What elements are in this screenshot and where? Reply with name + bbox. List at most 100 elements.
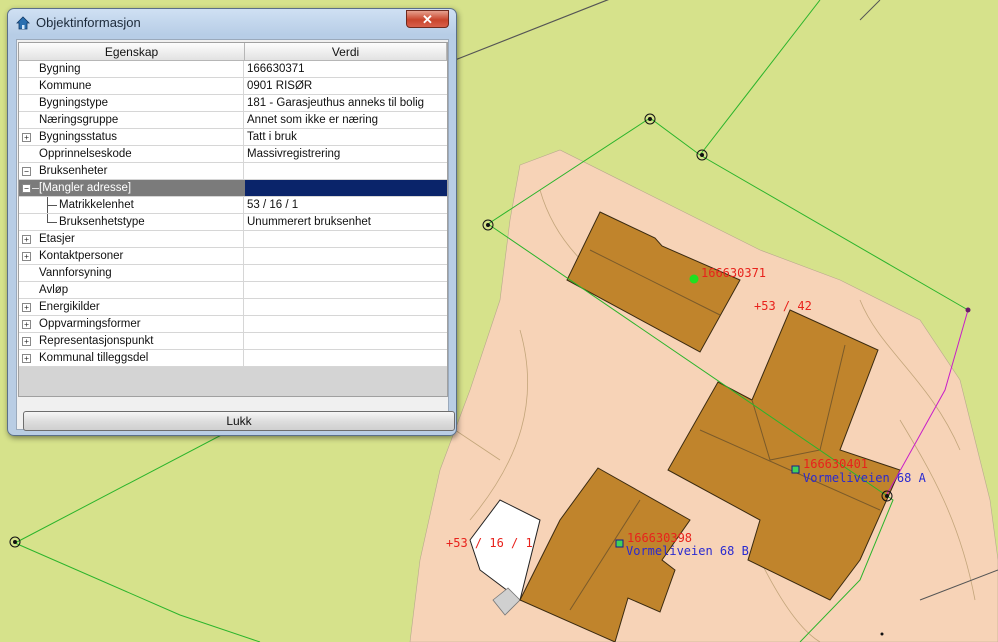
property-name-cell: Bruksenhetstype: [19, 214, 244, 230]
property-label: Energikilder: [39, 301, 100, 313]
property-value-cell: [245, 248, 447, 264]
property-row[interactable]: + Kommunal tilleggsdel: [19, 350, 447, 367]
expand-plus-icon[interactable]: +: [22, 303, 31, 312]
property-name-cell: + Bygningsstatus: [19, 129, 244, 145]
property-name-cell: + Kontaktpersoner: [19, 248, 244, 264]
property-label: Næringsgruppe: [39, 114, 119, 126]
close-icon: ✕: [422, 12, 433, 27]
property-value-cell: Tatt i bruk: [247, 131, 297, 143]
property-label: Bruksenhetstype: [59, 216, 145, 228]
expand-plus-icon[interactable]: +: [22, 354, 31, 363]
property-value-cell: [245, 333, 447, 349]
property-value-cell: [245, 163, 447, 179]
address-marker-a: [791, 465, 800, 474]
property-row[interactable]: Opprinnelseskode Massivregistrering: [19, 146, 447, 163]
property-row[interactable]: − [Mangler adresse]: [19, 180, 447, 197]
property-value-cell: [245, 299, 447, 315]
property-row[interactable]: + Energikilder: [19, 299, 447, 316]
property-label: Vannforsyning: [39, 267, 112, 279]
property-value-cell: Massivregistrering: [247, 148, 341, 160]
property-name-cell: Bygning: [19, 61, 244, 77]
property-rows: Bygning 166630371 Kommune 0901 RISØR Bygning…: [19, 61, 447, 367]
property-row[interactable]: Matrikkelenhet 53 / 16 / 1: [19, 197, 447, 214]
property-label: [Mangler adresse]: [39, 182, 132, 194]
expand-plus-icon[interactable]: +: [22, 133, 31, 142]
property-row[interactable]: Vannforsyning: [19, 265, 447, 282]
tree-connector: [32, 188, 39, 189]
tree-connector: [47, 205, 57, 206]
property-name-cell: + Energikilder: [19, 299, 244, 315]
property-label: Kommune: [39, 80, 92, 92]
property-row[interactable]: Avløp: [19, 282, 447, 299]
property-grid[interactable]: Egenskap Verdi Bygning 166630371 Kommune 09…: [18, 42, 448, 397]
property-value-cell: 0901 RISØR: [247, 80, 313, 92]
property-name-cell: − [Mangler adresse]: [19, 180, 244, 196]
title-bar[interactable]: Objektinformasjon ✕: [8, 9, 456, 37]
collapse-minus-icon[interactable]: −: [22, 184, 31, 193]
window-close-button[interactable]: ✕: [406, 10, 449, 28]
property-value-cell: 53 / 16 / 1: [247, 199, 299, 211]
map-label-address-b: Vormeliveien 68 B: [626, 544, 749, 558]
property-label: Bruksenheter: [39, 165, 108, 177]
map-label-address-a: Vormeliveien 68 A: [803, 471, 926, 485]
property-value-cell: [245, 265, 447, 281]
expand-plus-icon[interactable]: +: [22, 320, 31, 329]
lukk-button[interactable]: Lukk: [23, 411, 455, 431]
property-value-cell: Annet som ikke er næring: [247, 114, 379, 126]
property-name-cell: + Representasjonspunkt: [19, 333, 244, 349]
property-name-cell: Matrikkelenhet: [19, 197, 244, 213]
property-value-cell: [245, 282, 447, 298]
property-name-cell: − Bruksenheter: [19, 163, 244, 179]
property-name-cell: Næringsgruppe: [19, 112, 244, 128]
app-house-icon: [16, 16, 30, 30]
property-value-cell: Unummerert bruksenhet: [247, 216, 371, 228]
property-name-cell: + Oppvarmingsformer: [19, 316, 244, 332]
property-row[interactable]: Kommune 0901 RISØR: [19, 78, 447, 95]
property-name-cell: Opprinnelseskode: [19, 146, 244, 162]
property-name-cell: + Kommunal tilleggsdel: [19, 350, 244, 366]
tree-connector: [47, 222, 57, 223]
property-name-cell: Vannforsyning: [19, 265, 244, 281]
property-row[interactable]: Bygningstype 181 - Garasjeuthus anneks ti…: [19, 95, 447, 112]
property-row[interactable]: − Bruksenheter: [19, 163, 447, 180]
property-value-cell: 181 - Garasjeuthus anneks til bolig: [247, 97, 425, 109]
property-name-cell: Kommune: [19, 78, 244, 94]
expand-plus-icon[interactable]: +: [22, 337, 31, 346]
property-label: Oppvarmingsformer: [39, 318, 141, 330]
property-label: Bygning: [39, 63, 81, 75]
objektinformasjon-window[interactable]: Objektinformasjon ✕ Egenskap Verdi Bygni…: [7, 8, 457, 436]
property-row[interactable]: + Oppvarmingsformer: [19, 316, 447, 333]
property-label: Opprinnelseskode: [39, 148, 132, 160]
property-value-cell: [245, 231, 447, 247]
property-name-cell: Avløp: [19, 282, 244, 298]
property-value-cell: [245, 180, 447, 196]
dialog-client-area: Egenskap Verdi Bygning 166630371 Kommune 09…: [16, 39, 455, 431]
expand-plus-icon[interactable]: +: [22, 252, 31, 261]
property-label: Kontaktpersoner: [39, 250, 124, 262]
address-marker-b: [615, 539, 624, 548]
selected-building-marker: [689, 274, 699, 284]
expand-plus-icon[interactable]: +: [22, 235, 31, 244]
window-title: Objektinformasjon: [36, 15, 141, 30]
property-row[interactable]: Bruksenhetstype Unummerert bruksenhet: [19, 214, 447, 231]
property-row[interactable]: + Representasjonspunkt: [19, 333, 447, 350]
property-name-cell: Bygningstype: [19, 95, 244, 111]
property-label: Kommunal tilleggsdel: [39, 352, 149, 364]
property-label: Bygningstype: [39, 97, 109, 109]
property-label: Bygningsstatus: [39, 131, 117, 143]
property-row[interactable]: + Etasjer: [19, 231, 447, 248]
column-header-egenskap[interactable]: Egenskap: [19, 43, 245, 61]
property-label: Representasjonspunkt: [39, 335, 154, 347]
column-header-verdi[interactable]: Verdi: [245, 43, 447, 61]
property-row[interactable]: + Bygningsstatus Tatt i bruk: [19, 129, 447, 146]
property-value-cell: 166630371: [247, 63, 305, 75]
property-label: Matrikkelenhet: [59, 199, 134, 211]
collapse-minus-icon[interactable]: −: [22, 167, 31, 176]
property-name-cell: + Etasjer: [19, 231, 244, 247]
map-label-parcel-2: +53 / 16 / 1: [446, 536, 533, 550]
property-row[interactable]: Bygning 166630371: [19, 61, 447, 78]
tree-connector: [47, 214, 48, 222]
property-label: Etasjer: [39, 233, 75, 245]
property-row[interactable]: Næringsgruppe Annet som ikke er næring: [19, 112, 447, 129]
property-row[interactable]: + Kontaktpersoner: [19, 248, 447, 265]
